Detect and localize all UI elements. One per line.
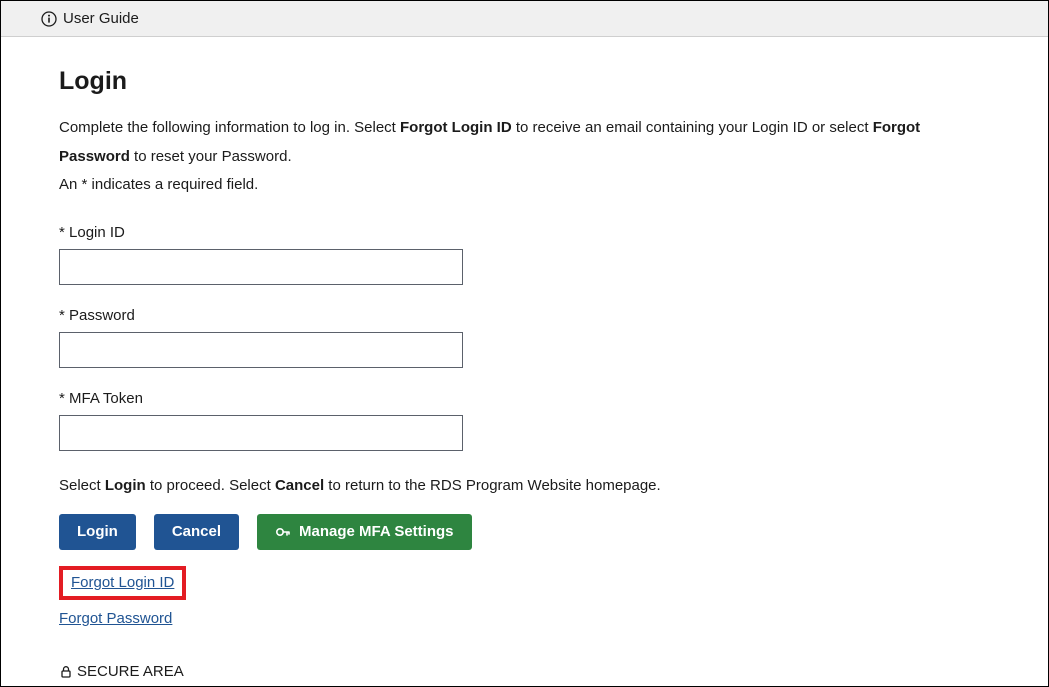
instructions-strong1: Forgot Login ID <box>400 119 512 136</box>
help-part3: to return to the RDS Program Website hom… <box>324 477 661 494</box>
secure-area-text: SECURE AREA <box>77 663 184 680</box>
button-row: Login Cancel Manage MFA Settings <box>59 514 990 550</box>
instructions-part2: to receive an email containing your Logi… <box>512 119 873 136</box>
login-id-label: * Login ID <box>59 224 990 241</box>
help-part1: Select <box>59 477 105 494</box>
login-button[interactable]: Login <box>59 514 136 550</box>
lock-icon <box>59 665 73 679</box>
info-icon <box>41 11 57 27</box>
help-line: Select Login to proceed. Select Cancel t… <box>59 477 990 494</box>
help-strong1: Login <box>105 477 146 494</box>
instructions-part3: to reset your Password. <box>130 148 292 165</box>
user-guide-link[interactable]: User Guide <box>63 10 139 27</box>
instructions-text: Complete the following information to lo… <box>59 114 990 200</box>
help-strong2: Cancel <box>275 477 324 494</box>
help-part2: to proceed. Select <box>146 477 275 494</box>
forgot-login-highlight: Forgot Login ID <box>59 566 186 600</box>
top-bar: User Guide <box>1 1 1048 37</box>
mfa-token-label: * MFA Token <box>59 390 990 407</box>
window-frame: User Guide Login Complete the following … <box>0 0 1049 687</box>
mfa-token-group: * MFA Token <box>59 390 990 451</box>
password-group: * Password <box>59 307 990 368</box>
login-id-input[interactable] <box>59 249 463 285</box>
page-title: Login <box>59 67 990 96</box>
password-label: * Password <box>59 307 990 324</box>
link-stack: Forgot Login ID Forgot Password <box>59 566 990 627</box>
mfa-token-input[interactable] <box>59 415 463 451</box>
required-note: An * indicates a required field. <box>59 171 990 200</box>
manage-mfa-button[interactable]: Manage MFA Settings <box>257 514 471 550</box>
forgot-password-link[interactable]: Forgot Password <box>59 610 172 627</box>
password-input[interactable] <box>59 332 463 368</box>
login-id-group: * Login ID <box>59 224 990 285</box>
main-content: Login Complete the following information… <box>1 37 1048 647</box>
cancel-button[interactable]: Cancel <box>154 514 239 550</box>
key-icon <box>275 524 291 540</box>
instructions-part1: Complete the following information to lo… <box>59 119 400 136</box>
forgot-login-id-link[interactable]: Forgot Login ID <box>71 574 174 591</box>
secure-area-label: SECURE AREA <box>59 663 184 680</box>
manage-mfa-label: Manage MFA Settings <box>299 523 453 540</box>
